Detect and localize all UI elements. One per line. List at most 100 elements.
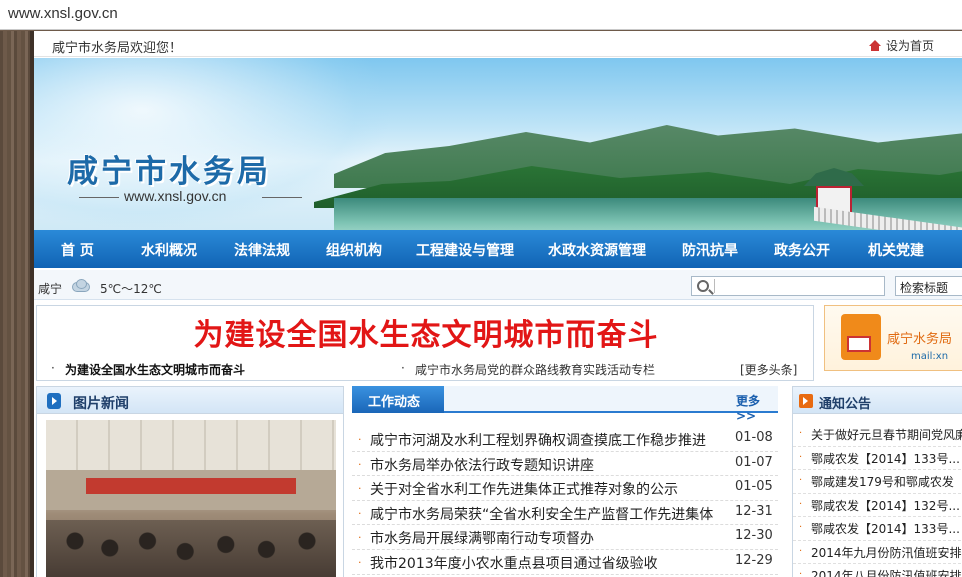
nav-laws[interactable]: 法律法规: [234, 240, 290, 260]
picture-news-title[interactable]: 图片新闻: [73, 393, 129, 413]
photo-red-banner: [86, 478, 296, 494]
photo-ceiling: [46, 420, 336, 470]
site-logo-title: 咸宁市水务局: [67, 154, 271, 190]
news-date: 12-31: [735, 503, 773, 519]
set-home-label[interactable]: 设为首页: [886, 37, 934, 54]
main-nav: 首 页 水利概况 法律法规 组织机构 工程建设与管理 水政水资源管理 防汛抗旱 …: [34, 230, 962, 268]
bullet-icon: ·: [358, 555, 362, 569]
bullet-icon: ·: [799, 545, 803, 557]
news-date: 12-30: [735, 528, 773, 544]
bullet-icon: ·: [358, 433, 362, 446]
nav-organization[interactable]: 组织机构: [326, 240, 382, 260]
bullet-icon: ·: [799, 498, 803, 510]
bullet-icon: ·: [799, 522, 803, 533]
news-date: 01-05: [735, 479, 773, 495]
picture-news-panel: 图片新闻: [36, 386, 344, 577]
cloud-icon: [70, 278, 90, 292]
bullet-icon: ·: [51, 361, 55, 375]
list-item[interactable]: · 市水务局举办依法行政专题知识讲座 01-07: [352, 452, 778, 477]
headline-title[interactable]: 为建设全国水生态文明城市而奋斗: [37, 310, 815, 354]
search-input[interactable]: [691, 276, 885, 296]
news-title[interactable]: 咸宁市河湖及水利工程划界确权调查摸底工作稳步推进: [370, 430, 728, 450]
nav-home[interactable]: 首 页: [61, 240, 94, 260]
bullet-icon: ·: [799, 569, 803, 577]
pavilion-roof: [804, 168, 864, 186]
home-icon: [868, 39, 882, 52]
notice-text[interactable]: 鄂咸农发【2014】133号...: [811, 450, 962, 467]
search-icon[interactable]: [697, 280, 709, 292]
notice-list: · 关于做好元旦春节期间党风廉 · 鄂咸农发【2014】133号... · 鄂咸建发1…: [793, 423, 962, 577]
list-item[interactable]: · 鄂咸农发【2014】132号...: [793, 494, 962, 517]
news-date: 01-07: [735, 454, 773, 470]
search-divider: [714, 279, 715, 293]
list-item[interactable]: · 咸宁市水务局荣获“全省水利安全生产监督工作先进集体 12-31: [352, 501, 778, 526]
bullet-icon: ·: [799, 428, 803, 439]
browser-address-bar[interactable]: www.xnsl.gov.cn: [0, 0, 962, 30]
notice-text[interactable]: 关于做好元旦春节期间党风廉: [811, 426, 962, 443]
news-title[interactable]: 我市2013年度小农水重点县项目通过省级验收: [370, 553, 728, 573]
list-item[interactable]: · 咸宁市河湖及水利工程划界确权调查摸底工作稳步推进 01-08: [352, 427, 778, 452]
nav-government-affairs[interactable]: 政务公开: [774, 240, 830, 260]
bullet-icon: ·: [358, 506, 362, 520]
photo-audience: [46, 520, 336, 577]
news-photo[interactable]: [46, 420, 336, 577]
list-item[interactable]: · 2014年八月份防汛值班安排表: [793, 564, 962, 577]
news-title[interactable]: 咸宁市水务局荣获“全省水利安全生产监督工作先进集体: [370, 504, 728, 524]
work-news-more-link[interactable]: 更多>>: [736, 392, 778, 423]
notice-title[interactable]: 通知公告: [819, 393, 871, 412]
list-item[interactable]: · 我市2013年度小农水重点县项目通过省级验收 12-29: [352, 550, 778, 575]
list-item[interactable]: · 关于做好元旦春节期间党风廉: [793, 423, 962, 447]
nav-party-building[interactable]: 机关党建: [868, 240, 924, 260]
nav-flood-control[interactable]: 防汛抗旱: [682, 240, 738, 260]
weather-city: 咸宁: [38, 282, 63, 296]
set-home-link[interactable]: 设为首页: [868, 37, 934, 54]
weather-temp: 5℃～12℃: [100, 282, 162, 296]
bullet-icon: ·: [358, 482, 362, 496]
mailbox-sub: mail:xn: [911, 351, 949, 362]
logo-line-left: [79, 197, 119, 198]
play-icon: [47, 393, 61, 409]
address-text[interactable]: www.xnsl.gov.cn: [8, 5, 118, 22]
mailbox-title[interactable]: 咸宁水务局: [887, 328, 952, 347]
top-bar: 咸宁市水务局欢迎您！ 设为首页: [34, 31, 962, 57]
headline-link-2[interactable]: 咸宁市水务局党的群众路线教育实践活动专栏: [415, 361, 655, 378]
nav-water-overview[interactable]: 水利概况: [141, 240, 197, 260]
news-title[interactable]: 市水务局举办依法行政专题知识讲座: [370, 455, 728, 475]
work-news-panel: 工作动态 更多>> · 咸宁市河湖及水利工程划界确权调查摸底工作稳步推进 01-…: [352, 386, 778, 577]
bullet-icon: ·: [401, 361, 405, 375]
list-item[interactable]: · 鄂咸建发179号和鄂咸农发: [793, 470, 962, 494]
bullet-icon: ·: [358, 531, 362, 545]
notice-panel: 通知公告 · 关于做好元旦春节期间党风廉 · 鄂咸农发【2014】133号... ·…: [792, 386, 962, 577]
director-mailbox[interactable]: 咸宁水务局 mail:xn: [824, 305, 962, 371]
news-date: 01-08: [735, 430, 773, 445]
headline-link-1[interactable]: 为建设全国水生态文明城市而奋斗: [65, 361, 245, 378]
news-title[interactable]: 关于对全省水利工作先进集体正式推荐对象的公示: [370, 479, 728, 499]
mailbox-icon: [841, 314, 881, 360]
headline-box: 为建设全国水生态文明城市而奋斗 · 为建设全国水生态文明城市而奋斗 · 咸宁市水…: [36, 305, 814, 381]
logo-line-right: [262, 197, 302, 198]
notice-text[interactable]: 鄂咸建发179号和鄂咸农发: [811, 473, 962, 490]
welcome-text: 咸宁市水务局欢迎您！: [52, 41, 183, 56]
notice-text[interactable]: 2014年九月份防汛值班安排表: [811, 544, 962, 561]
list-item[interactable]: · 鄂咸农发【2014】133号...: [793, 447, 962, 470]
list-item[interactable]: · 关于对全省水利工作先进集体正式推荐对象的公示 01-05: [352, 476, 778, 501]
news-title[interactable]: 市水务局开展绿满鄂南行动专项督办: [370, 528, 728, 548]
notice-header: 通知公告: [793, 387, 962, 414]
list-item[interactable]: · 2014年九月份防汛值班安排表: [793, 541, 962, 564]
notice-icon: [799, 394, 813, 408]
page: 咸宁市水务局欢迎您！ 设为首页 咸宁市水务局 www.xnsl.gov.cn 首…: [34, 31, 962, 577]
list-item[interactable]: · 鄂咸农发【2014】133号...: [793, 517, 962, 541]
notice-text[interactable]: 鄂咸农发【2014】133号...: [811, 520, 962, 537]
nav-water-resources[interactable]: 水政水资源管理: [548, 240, 646, 260]
work-news-tab[interactable]: 工作动态: [352, 386, 444, 413]
left-wood-border: [0, 31, 34, 577]
search-scope-select[interactable]: 检索标题: [895, 276, 962, 296]
picture-news-header: 图片新闻: [37, 387, 343, 414]
site-banner: 咸宁市水务局 www.xnsl.gov.cn: [34, 58, 962, 230]
notice-text[interactable]: 鄂咸农发【2014】132号...: [811, 497, 962, 514]
more-headlines-link[interactable]: [更多头条]: [740, 361, 797, 378]
nav-construction[interactable]: 工程建设与管理: [416, 240, 514, 260]
notice-text[interactable]: 2014年八月份防汛值班安排表: [811, 567, 962, 577]
list-item[interactable]: · 市水务局开展绿满鄂南行动专项督办 12-30: [352, 525, 778, 550]
site-logo-url: www.xnsl.gov.cn: [124, 188, 227, 204]
